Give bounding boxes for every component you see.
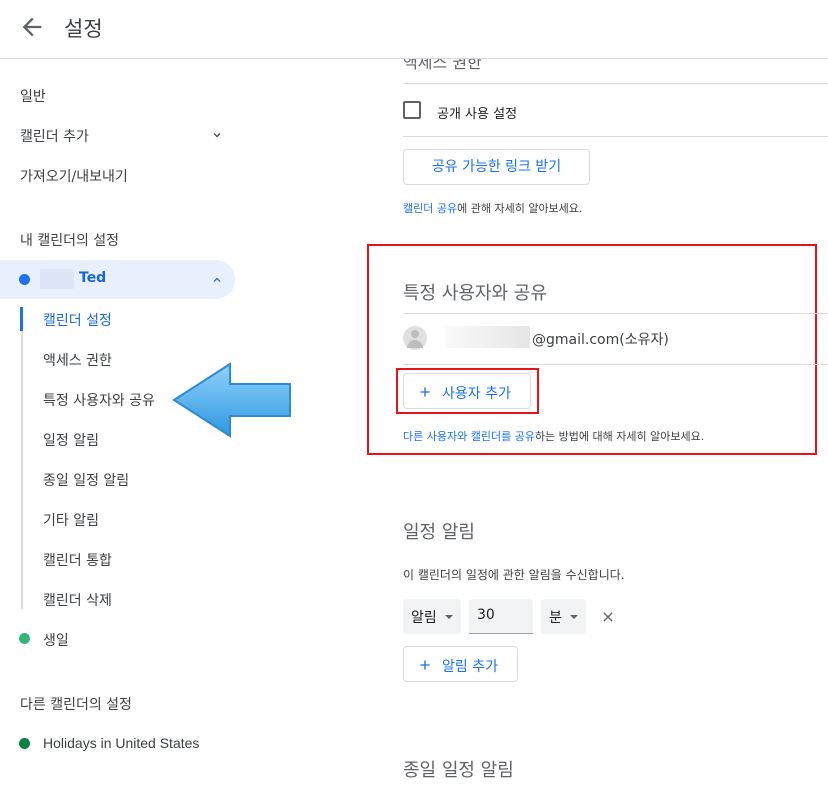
share-section-title: 특정 사용자와 공유: [403, 283, 547, 304]
notification-time-input[interactable]: 30: [469, 599, 533, 634]
public-checkbox-label: 공개 사용 설정: [437, 107, 518, 122]
app-header: 설정: [0, 0, 828, 59]
page-title: 설정: [64, 17, 103, 41]
redacted-name: [40, 269, 74, 289]
submenu-line: [21, 309, 23, 609]
sidebar-item-integrate-calendar[interactable]: 캘린더 통합: [43, 550, 112, 570]
event-notifications-title: 일정 알림: [403, 522, 475, 543]
sidebar-item-calendar-settings[interactable]: 캘린더 설정: [43, 310, 112, 330]
add-user-button[interactable]: 사용자 추가: [403, 373, 531, 409]
divider: [403, 364, 828, 365]
arrow-back-icon[interactable]: [18, 13, 46, 41]
access-permissions-heading: 액세스 권한: [403, 59, 482, 72]
sidebar-item-share-with-people[interactable]: 특정 사용자와 공유: [43, 390, 155, 410]
notification-unit-select[interactable]: 분: [541, 599, 586, 634]
left-arrow-icon: [172, 362, 291, 438]
chevron-up-icon[interactable]: [210, 273, 224, 287]
active-indicator: [20, 307, 23, 331]
sidebar-item-other-notifications[interactable]: 기타 알림: [43, 510, 99, 530]
sidebar-item-general[interactable]: 일반: [20, 86, 46, 106]
sidebar-item-import-export[interactable]: 가져오기/내보내기: [20, 166, 128, 186]
plus-icon: [420, 387, 430, 397]
calendar-share-link[interactable]: 캘린더 공유: [403, 202, 457, 215]
share-people-link[interactable]: 다른 사용자와 캘린더를 공유: [403, 430, 535, 443]
highlight-box: [367, 244, 817, 455]
my-calendars-title: 내 캘린더의 설정: [20, 233, 120, 249]
sidebar-item-remove-calendar[interactable]: 캘린더 삭제: [43, 590, 112, 610]
share-help-text: 캘린더 공유에 관해 자세히 알아보세요.: [403, 202, 583, 215]
plus-icon: [420, 660, 430, 670]
sidebar-item-holidays[interactable]: Holidays in United States: [43, 735, 199, 751]
sidebar-item-add-calendar[interactable]: 캘린더 추가: [20, 126, 89, 146]
chevron-down-icon[interactable]: [210, 128, 224, 142]
avatar: [403, 326, 427, 350]
sidebar-item-access-permissions[interactable]: 액세스 권한: [43, 350, 112, 370]
divider: [403, 313, 828, 314]
close-icon[interactable]: [600, 609, 616, 625]
settings-main: 액세스 권한 공개 사용 설정 공유 가능한 링크 받기 캘린더 공유에 관해 …: [360, 59, 828, 787]
add-notification-button[interactable]: 알림 추가: [403, 646, 518, 682]
calendar-color-dot: [19, 738, 30, 749]
sidebar-item-label: Ted: [79, 270, 107, 286]
dropdown-caret-icon: [445, 615, 453, 619]
get-shareable-link-button[interactable]: 공유 가능한 링크 받기: [403, 149, 590, 185]
calendar-color-dot: [19, 633, 30, 644]
event-notifications-desc: 이 캘린더의 일정에 관한 알림을 수신합니다.: [403, 568, 625, 582]
share-people-help: 다른 사용자와 캘린더를 공유하는 방법에 대해 자세히 알아보세요.: [403, 430, 705, 443]
public-checkbox[interactable]: [403, 101, 421, 119]
sidebar-item-allday-notifications[interactable]: 종일 일정 알림: [43, 470, 129, 490]
notification-type-select[interactable]: 알림: [403, 599, 461, 634]
add-user-label: 사용자 추가: [442, 386, 511, 402]
other-calendars-title: 다른 캘린더의 설정: [20, 697, 132, 713]
add-notification-label: 알림 추가: [442, 659, 498, 675]
allday-notifications-title: 종일 일정 알림: [403, 760, 514, 781]
divider: [403, 83, 828, 84]
sidebar-item-birthdays[interactable]: 생일: [43, 630, 69, 650]
calendar-color-dot: [19, 274, 30, 285]
dropdown-caret-icon: [570, 615, 578, 619]
sidebar-item-ted[interactable]: Ted: [0, 260, 235, 299]
redacted-email: [445, 326, 530, 348]
sidebar-item-event-notifications[interactable]: 일정 알림: [43, 430, 99, 450]
divider: [403, 136, 828, 137]
owner-email: @gmail.com(소유자): [532, 332, 669, 348]
